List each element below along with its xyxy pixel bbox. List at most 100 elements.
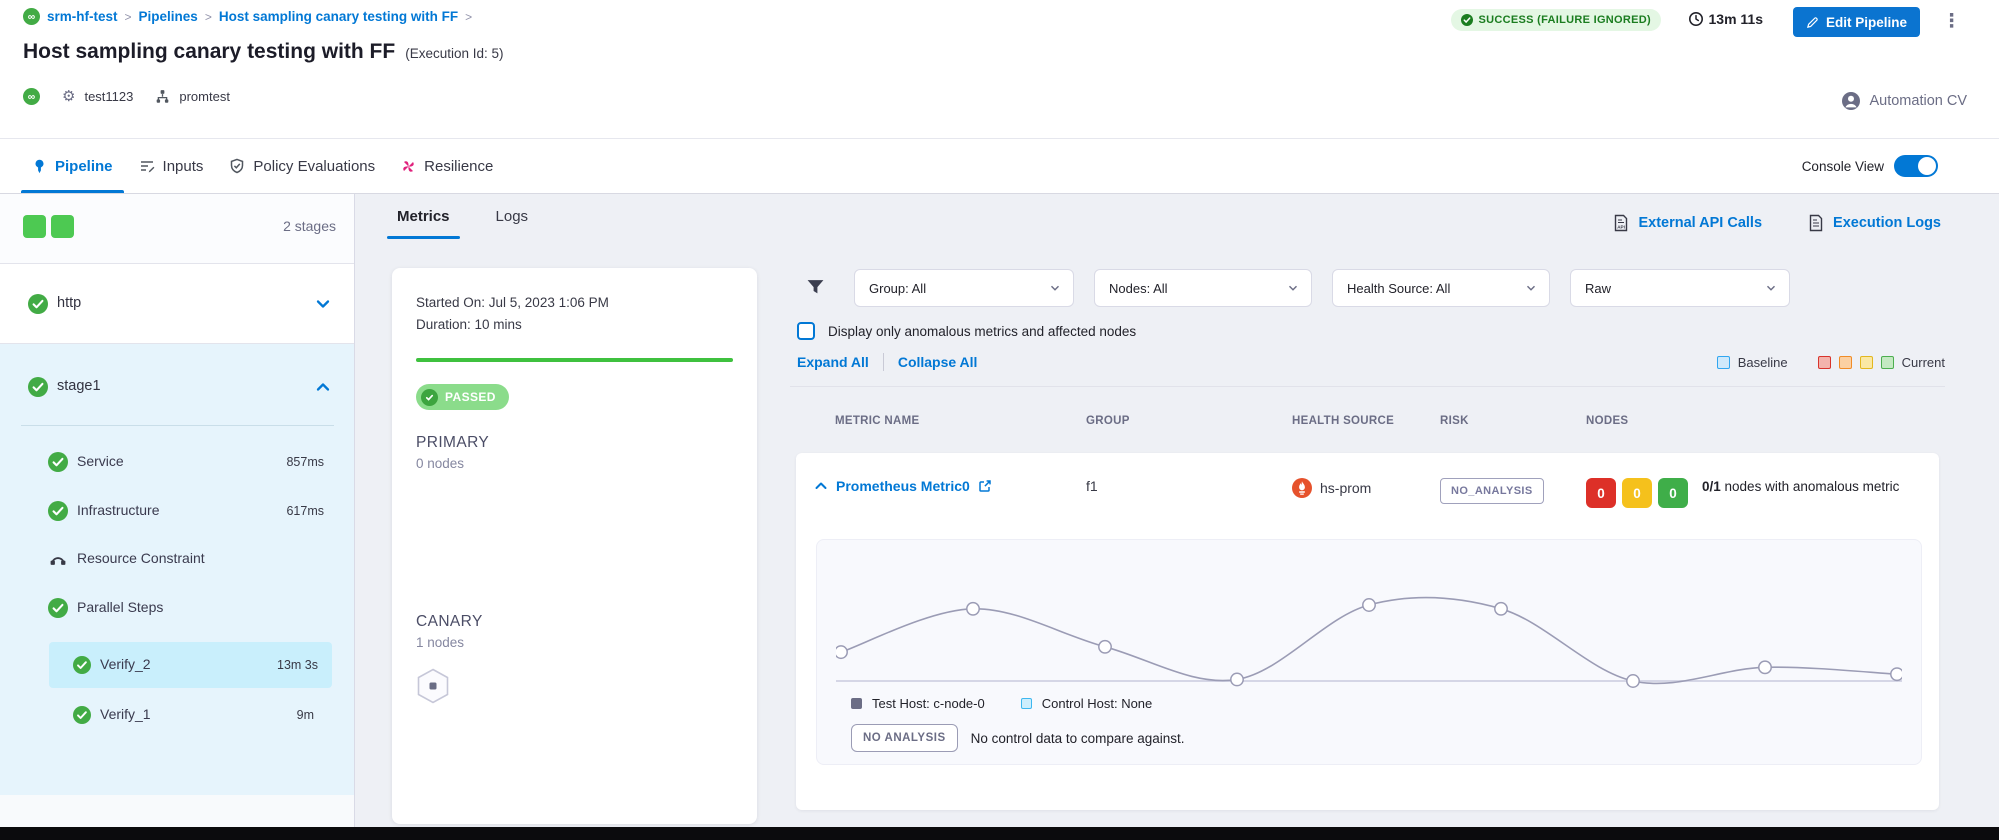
chevron-down-icon[interactable]	[315, 296, 331, 312]
baseline-swatch	[1717, 356, 1730, 369]
chart-data-point[interactable]	[967, 603, 979, 615]
svg-text:∞: ∞	[28, 92, 35, 103]
api-document-icon: API	[1613, 214, 1629, 232]
sidebar-step-infrastructure[interactable]: Infrastructure 617ms	[0, 488, 354, 534]
group-filter-dropdown[interactable]: Group: All	[854, 269, 1074, 307]
pipeline-execution-screen: ∞ srm-hf-test > Pipelines > Host samplin…	[0, 0, 1999, 840]
sidebar-step-verify-1[interactable]: Verify_1 9m	[0, 692, 354, 738]
sidebar-step-verify-2[interactable]: Verify_2 13m 3s	[49, 642, 332, 688]
prometheus-icon	[1292, 478, 1312, 498]
filter-funnel-icon[interactable]	[806, 278, 826, 298]
amber-node-count-badge: 0	[1622, 478, 1652, 508]
chevron-up-icon[interactable]	[315, 379, 331, 395]
tab-inputs[interactable]: Inputs	[137, 139, 206, 193]
breadcrumb-pipeline-name[interactable]: Host sampling canary testing with FF	[219, 9, 458, 24]
chart-data-point[interactable]	[1363, 599, 1375, 611]
header: ∞ srm-hf-test > Pipelines > Host samplin…	[0, 0, 1999, 139]
external-link-icon[interactable]	[978, 479, 992, 493]
execution-logs-link[interactable]: Execution Logs	[1808, 214, 1941, 232]
metric-chart-svg[interactable]	[836, 552, 1902, 702]
sidebar-step-parallel-steps[interactable]: Parallel Steps	[0, 585, 354, 631]
sidebar-step-service[interactable]: Service 857ms	[0, 439, 354, 485]
pipeline-icon	[32, 159, 47, 174]
chart-data-point[interactable]	[1231, 673, 1243, 685]
sidebar-step-resource-constraint[interactable]: Resource Constraint	[0, 536, 354, 582]
stage-status-square	[23, 215, 46, 238]
tab-policy-evaluations[interactable]: Policy Evaluations	[227, 139, 377, 193]
console-view-control: Console View	[1802, 139, 1938, 193]
health-source-name: hs-prom	[1320, 480, 1371, 496]
col-group: GROUP	[1086, 415, 1292, 427]
edit-pipeline-button[interactable]: Edit Pipeline	[1793, 7, 1920, 37]
metrics-table-header: METRIC NAME GROUP HEALTH SOURCE RISK NOD…	[790, 415, 1939, 427]
health-source-filter-dropdown[interactable]: Health Source: All	[1332, 269, 1550, 307]
breadcrumb-separator: >	[465, 10, 472, 24]
tab-bar: Pipeline Inputs Policy Evaluations Resil…	[0, 139, 1999, 194]
tab-metrics[interactable]: Metrics	[392, 202, 455, 239]
table-row: Prometheus Metric0 f1 hs-prom NO_ANALYSI…	[796, 453, 1939, 508]
canary-node-hexagon[interactable]	[416, 668, 450, 704]
check-circle-icon	[28, 377, 48, 397]
gear-icon: ⚙	[62, 89, 75, 104]
avatar-icon	[1842, 92, 1860, 110]
collapse-row-chevron-icon[interactable]	[814, 479, 828, 493]
nodes-filter-dropdown[interactable]: Nodes: All	[1094, 269, 1312, 307]
verification-summary-card: Started On: Jul 5, 2023 1:06 PM Duration…	[392, 268, 757, 824]
queue-icon	[48, 549, 68, 569]
chart-data-point[interactable]	[836, 646, 847, 658]
external-api-calls-link[interactable]: API External API Calls	[1613, 214, 1762, 232]
breadcrumb-pipelines[interactable]: Pipelines	[139, 9, 198, 24]
current-orange-swatch	[1839, 356, 1852, 369]
window-bottom-edge	[0, 827, 1999, 840]
primary-label: PRIMARY	[416, 434, 733, 452]
metric-name-link[interactable]: Prometheus Metric0	[836, 478, 970, 494]
page-title: Host sampling canary testing with FF	[23, 40, 395, 64]
chart-color-legend: Baseline Current	[1717, 355, 1945, 370]
chart-data-point[interactable]	[1759, 661, 1771, 673]
risk-badge: NO_ANALYSIS	[1440, 478, 1544, 504]
control-host-swatch	[1021, 698, 1032, 709]
current-label: Current	[1902, 355, 1945, 370]
stage-status-square	[51, 215, 74, 238]
canary-node-count: 1 nodes	[416, 635, 733, 650]
metrics-panel: API External API Calls Execution Logs Gr…	[790, 194, 1999, 827]
current-red-swatch	[1818, 356, 1831, 369]
tab-logs[interactable]: Logs	[491, 202, 534, 239]
started-on: Started On: Jul 5, 2023 1:06 PM	[416, 292, 733, 314]
svg-text:API: API	[1618, 225, 1626, 230]
data-type-dropdown[interactable]: Raw	[1570, 269, 1790, 307]
inputs-icon	[139, 158, 155, 174]
test-host-swatch	[851, 698, 862, 709]
host-legend: Test Host: c-node-0 Control Host: None	[851, 696, 1152, 711]
expand-all-link[interactable]: Expand All	[797, 354, 869, 370]
collapse-all-link[interactable]: Collapse All	[898, 354, 978, 370]
breadcrumb: ∞ srm-hf-test > Pipelines > Host samplin…	[23, 8, 472, 25]
tab-pipeline[interactable]: Pipeline	[30, 139, 115, 193]
col-risk: RISK	[1440, 415, 1586, 427]
col-metric-name: METRIC NAME	[835, 415, 1086, 427]
console-view-toggle[interactable]	[1894, 155, 1938, 177]
tab-resilience[interactable]: Resilience	[399, 139, 495, 193]
green-node-count-badge: 0	[1658, 478, 1688, 508]
page-title-row: Host sampling canary testing with FF (Ex…	[23, 40, 504, 64]
breadcrumb-project[interactable]: srm-hf-test	[47, 9, 118, 24]
anomalous-only-label: Display only anomalous metrics and affec…	[828, 324, 1136, 339]
chart-data-point[interactable]	[1627, 675, 1639, 687]
breadcrumb-separator: >	[125, 10, 132, 24]
sidebar-stage-http[interactable]: http	[0, 264, 354, 344]
stage-label: stage1	[57, 378, 101, 394]
chevron-down-icon	[1765, 282, 1777, 294]
chart-data-point[interactable]	[1099, 641, 1111, 653]
environment-name: promtest	[179, 89, 230, 104]
document-icon	[1808, 214, 1824, 232]
anomalous-only-checkbox[interactable]	[797, 322, 815, 340]
harness-status-icon: ∞	[23, 88, 40, 105]
chart-data-point[interactable]	[1495, 603, 1507, 615]
resilience-icon	[401, 159, 416, 174]
sidebar-footer-area	[0, 795, 354, 827]
chevron-down-icon	[1049, 282, 1061, 294]
metric-group: f1	[1086, 478, 1292, 494]
shield-check-icon	[229, 158, 245, 174]
chart-data-point[interactable]	[1891, 668, 1902, 680]
more-options-button[interactable]: ⋮	[1936, 8, 1967, 36]
